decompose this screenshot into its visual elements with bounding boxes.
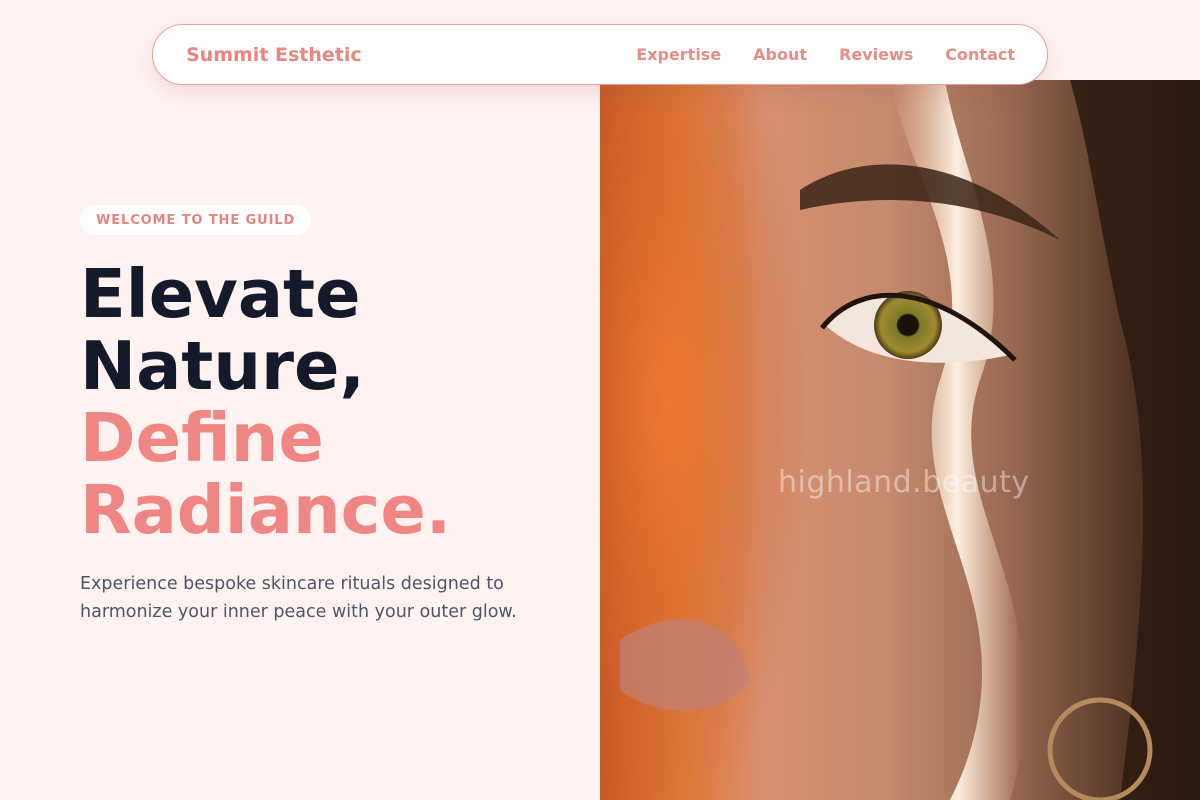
- top-navbar: Summit Esthetic Expertise About Reviews …: [152, 24, 1048, 85]
- nav-link-expertise[interactable]: Expertise: [636, 45, 721, 64]
- headline-line-2: Nature,: [80, 327, 365, 405]
- image-watermark: highland.beauty: [778, 465, 1030, 500]
- welcome-badge: WELCOME TO THE GUILD: [80, 205, 312, 235]
- nav-links: Expertise About Reviews Contact: [604, 45, 1015, 64]
- nav-link-reviews[interactable]: Reviews: [839, 45, 913, 64]
- nav-link-about[interactable]: About: [753, 45, 807, 64]
- landing-page: highland.beauty Summit Esthetic Expertis…: [0, 0, 1200, 800]
- hero-subtext: Experience bespoke skincare rituals desi…: [80, 574, 517, 622]
- headline-line-1: Elevate: [80, 255, 361, 333]
- brand-logo-link[interactable]: Summit Esthetic: [186, 44, 362, 66]
- portrait-illustration: [600, 80, 1200, 800]
- hero-headline: Elevate Nature, Define Radiance.: [80, 258, 580, 546]
- nav-link-contact[interactable]: Contact: [945, 45, 1015, 64]
- headline-line-4: Radiance.: [80, 471, 452, 549]
- hero-portrait-image: highland.beauty: [600, 80, 1200, 800]
- headline-line-3: Define: [80, 399, 324, 477]
